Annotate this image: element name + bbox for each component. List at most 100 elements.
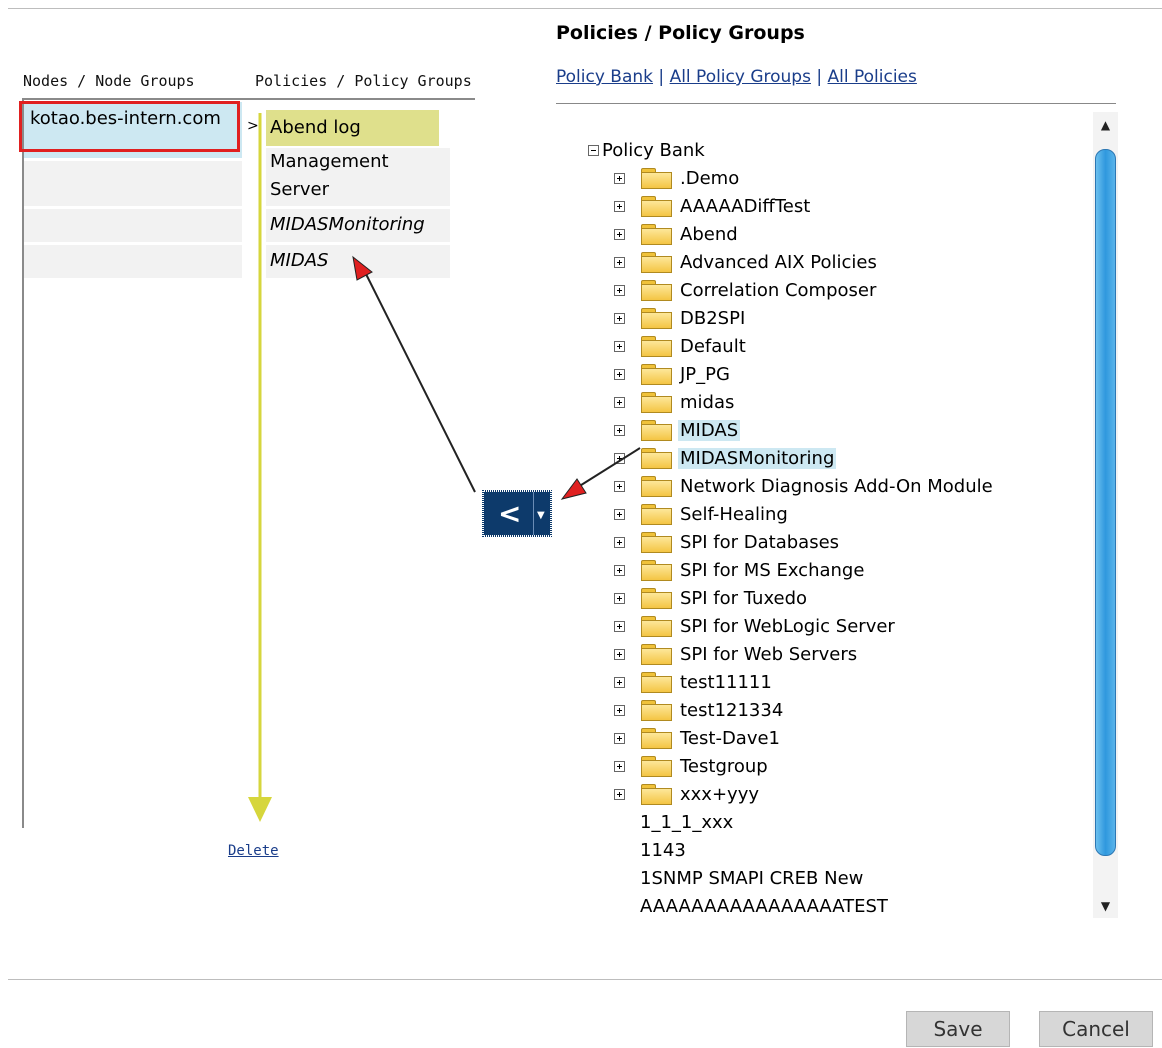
tree-policy-item[interactable]: AAAAAAAAAAAAAAAATEST	[640, 896, 888, 917]
expand-icon[interactable]	[614, 508, 625, 520]
tree-folder-label: midas	[680, 391, 735, 413]
cancel-button[interactable]: Cancel	[1039, 1011, 1153, 1047]
tree-folder-label: AAAAADiffTest	[680, 195, 811, 217]
tree-folder-item[interactable]: SPI for Databases	[614, 529, 841, 555]
tree-folder-item[interactable]: Test-Dave1	[614, 725, 782, 751]
expand-icon[interactable]	[614, 536, 625, 548]
expand-icon[interactable]	[614, 480, 625, 492]
tree-folder-item[interactable]: JP_PG	[614, 361, 732, 387]
policy-row[interactable]: MIDAS	[266, 245, 450, 278]
tree-folder-item[interactable]: SPI for Web Servers	[614, 641, 859, 667]
folder-icon	[640, 363, 673, 385]
tree-root[interactable]: Policy Bank	[588, 137, 705, 163]
tree-folder-label: SPI for Databases	[680, 531, 840, 553]
tree-folder-label: .Demo	[680, 167, 740, 189]
tree-folder-item[interactable]: Testgroup	[614, 753, 770, 779]
expand-icon[interactable]	[614, 564, 625, 576]
expand-icon[interactable]	[614, 200, 625, 212]
folder-icon	[640, 391, 673, 413]
expand-icon[interactable]	[614, 340, 625, 352]
tree-folder-label: MIDAS	[678, 419, 741, 441]
folder-icon	[640, 587, 673, 609]
expand-icon[interactable]	[614, 704, 625, 716]
folder-icon	[640, 279, 673, 301]
tree-folder-item[interactable]: Default	[614, 333, 748, 359]
expand-icon[interactable]	[614, 312, 625, 324]
tree-folder-label: Test-Dave1	[680, 727, 781, 749]
tree-folder-item[interactable]: AAAAADiffTest	[614, 193, 812, 219]
expand-icon[interactable]	[614, 284, 625, 296]
tree-folder-label: test121334	[680, 699, 784, 721]
expand-icon[interactable]	[614, 368, 625, 380]
folder-icon	[640, 475, 673, 497]
expand-icon[interactable]	[614, 732, 625, 744]
folder-icon	[640, 167, 673, 189]
folder-icon	[640, 615, 673, 637]
tree-policy-item[interactable]: 1143	[640, 840, 686, 861]
tree-scrollbar[interactable]: ▲ ▼	[1093, 112, 1118, 918]
expand-icon[interactable]	[614, 396, 625, 408]
tree-folder-item[interactable]: Advanced AIX Policies	[614, 249, 879, 275]
expand-icon[interactable]	[614, 228, 625, 240]
folder-icon	[640, 503, 673, 525]
expand-icon[interactable]	[614, 256, 625, 268]
node-cell-empty	[24, 209, 242, 242]
expand-icon[interactable]	[614, 648, 625, 660]
tree-folder-item[interactable]: Abend	[614, 221, 740, 247]
expand-icon[interactable]	[614, 592, 625, 604]
tree-folder-label: Correlation Composer	[680, 279, 877, 301]
expand-icon[interactable]	[614, 760, 625, 772]
tree-folder-item[interactable]: .Demo	[614, 165, 741, 191]
assign-policy-button[interactable]: < ▼	[482, 490, 552, 537]
tree-folder-item[interactable]: test11111	[614, 669, 774, 695]
dropdown-arrow-icon[interactable]: ▼	[537, 510, 545, 521]
tree-folder-item[interactable]: SPI for MS Exchange	[614, 557, 866, 583]
top-border	[8, 8, 1162, 9]
tree-folder-item[interactable]: MIDASMonitoring	[614, 445, 837, 471]
policy-label: MIDASMonitoring	[270, 214, 425, 235]
tree-policy-item[interactable]: 1_1_1_xxx	[640, 812, 733, 833]
tree-folder-item[interactable]: SPI for WebLogic Server	[614, 613, 897, 639]
scroll-down-arrow-icon[interactable]: ▼	[1093, 893, 1118, 918]
tree-folder-item[interactable]: midas	[614, 389, 736, 415]
tree-folder-item[interactable]: Network Diagnosis Add-On Module	[614, 473, 995, 499]
policy-bank-link[interactable]: Policy Bank	[556, 67, 653, 87]
save-button[interactable]: Save	[906, 1011, 1010, 1047]
chevron-left-icon: <	[498, 497, 522, 530]
all-policy-groups-link[interactable]: All Policy Groups	[670, 67, 811, 87]
all-policies-link[interactable]: All Policies	[828, 67, 917, 87]
delete-link[interactable]: Delete	[228, 843, 279, 859]
tree-policy-item[interactable]: 1SNMP SMAPI CREB New	[640, 868, 863, 889]
tree-folder-item[interactable]: Self-Healing	[614, 501, 790, 527]
expand-icon[interactable]	[614, 620, 625, 632]
footer-divider	[8, 979, 1162, 980]
expand-icon[interactable]	[614, 172, 625, 184]
tree-folder-item[interactable]: DB2SPI	[614, 305, 747, 331]
expand-icon[interactable]	[614, 424, 625, 436]
folder-icon	[640, 251, 673, 273]
tree-folder-item[interactable]: test121334	[614, 697, 785, 723]
tree-folder-label: Self-Healing	[680, 503, 788, 525]
collapse-icon[interactable]	[588, 144, 599, 156]
tree-folder-item[interactable]: xxx+yyy	[614, 781, 761, 807]
tree-folder-item[interactable]: Correlation Composer	[614, 277, 878, 303]
tree-folder-label: SPI for MS Exchange	[680, 559, 865, 581]
tree-folder-label: Testgroup	[680, 755, 768, 777]
tree-folder-label: Default	[680, 335, 746, 357]
scroll-up-arrow-icon[interactable]: ▲	[1093, 112, 1118, 137]
tree-folder-item[interactable]: SPI for Tuxedo	[614, 585, 809, 611]
policy-row[interactable]: Abend log	[266, 110, 439, 146]
folder-icon	[640, 195, 673, 217]
folder-icon	[640, 671, 673, 693]
tree-folder-label: xxx+yyy	[680, 783, 759, 805]
scroll-thumb[interactable]	[1095, 149, 1116, 856]
expand-icon[interactable]	[614, 676, 625, 688]
expand-icon[interactable]	[614, 452, 625, 464]
policy-row[interactable]: MIDASMonitoring	[266, 209, 450, 242]
links-divider	[556, 103, 1116, 104]
policy-row[interactable]: Management Server	[266, 148, 450, 206]
expand-icon[interactable]	[614, 788, 625, 800]
tree-folder-label: DB2SPI	[680, 307, 746, 329]
tree-folder-item[interactable]: MIDAS	[614, 417, 741, 443]
folder-icon	[640, 727, 673, 749]
